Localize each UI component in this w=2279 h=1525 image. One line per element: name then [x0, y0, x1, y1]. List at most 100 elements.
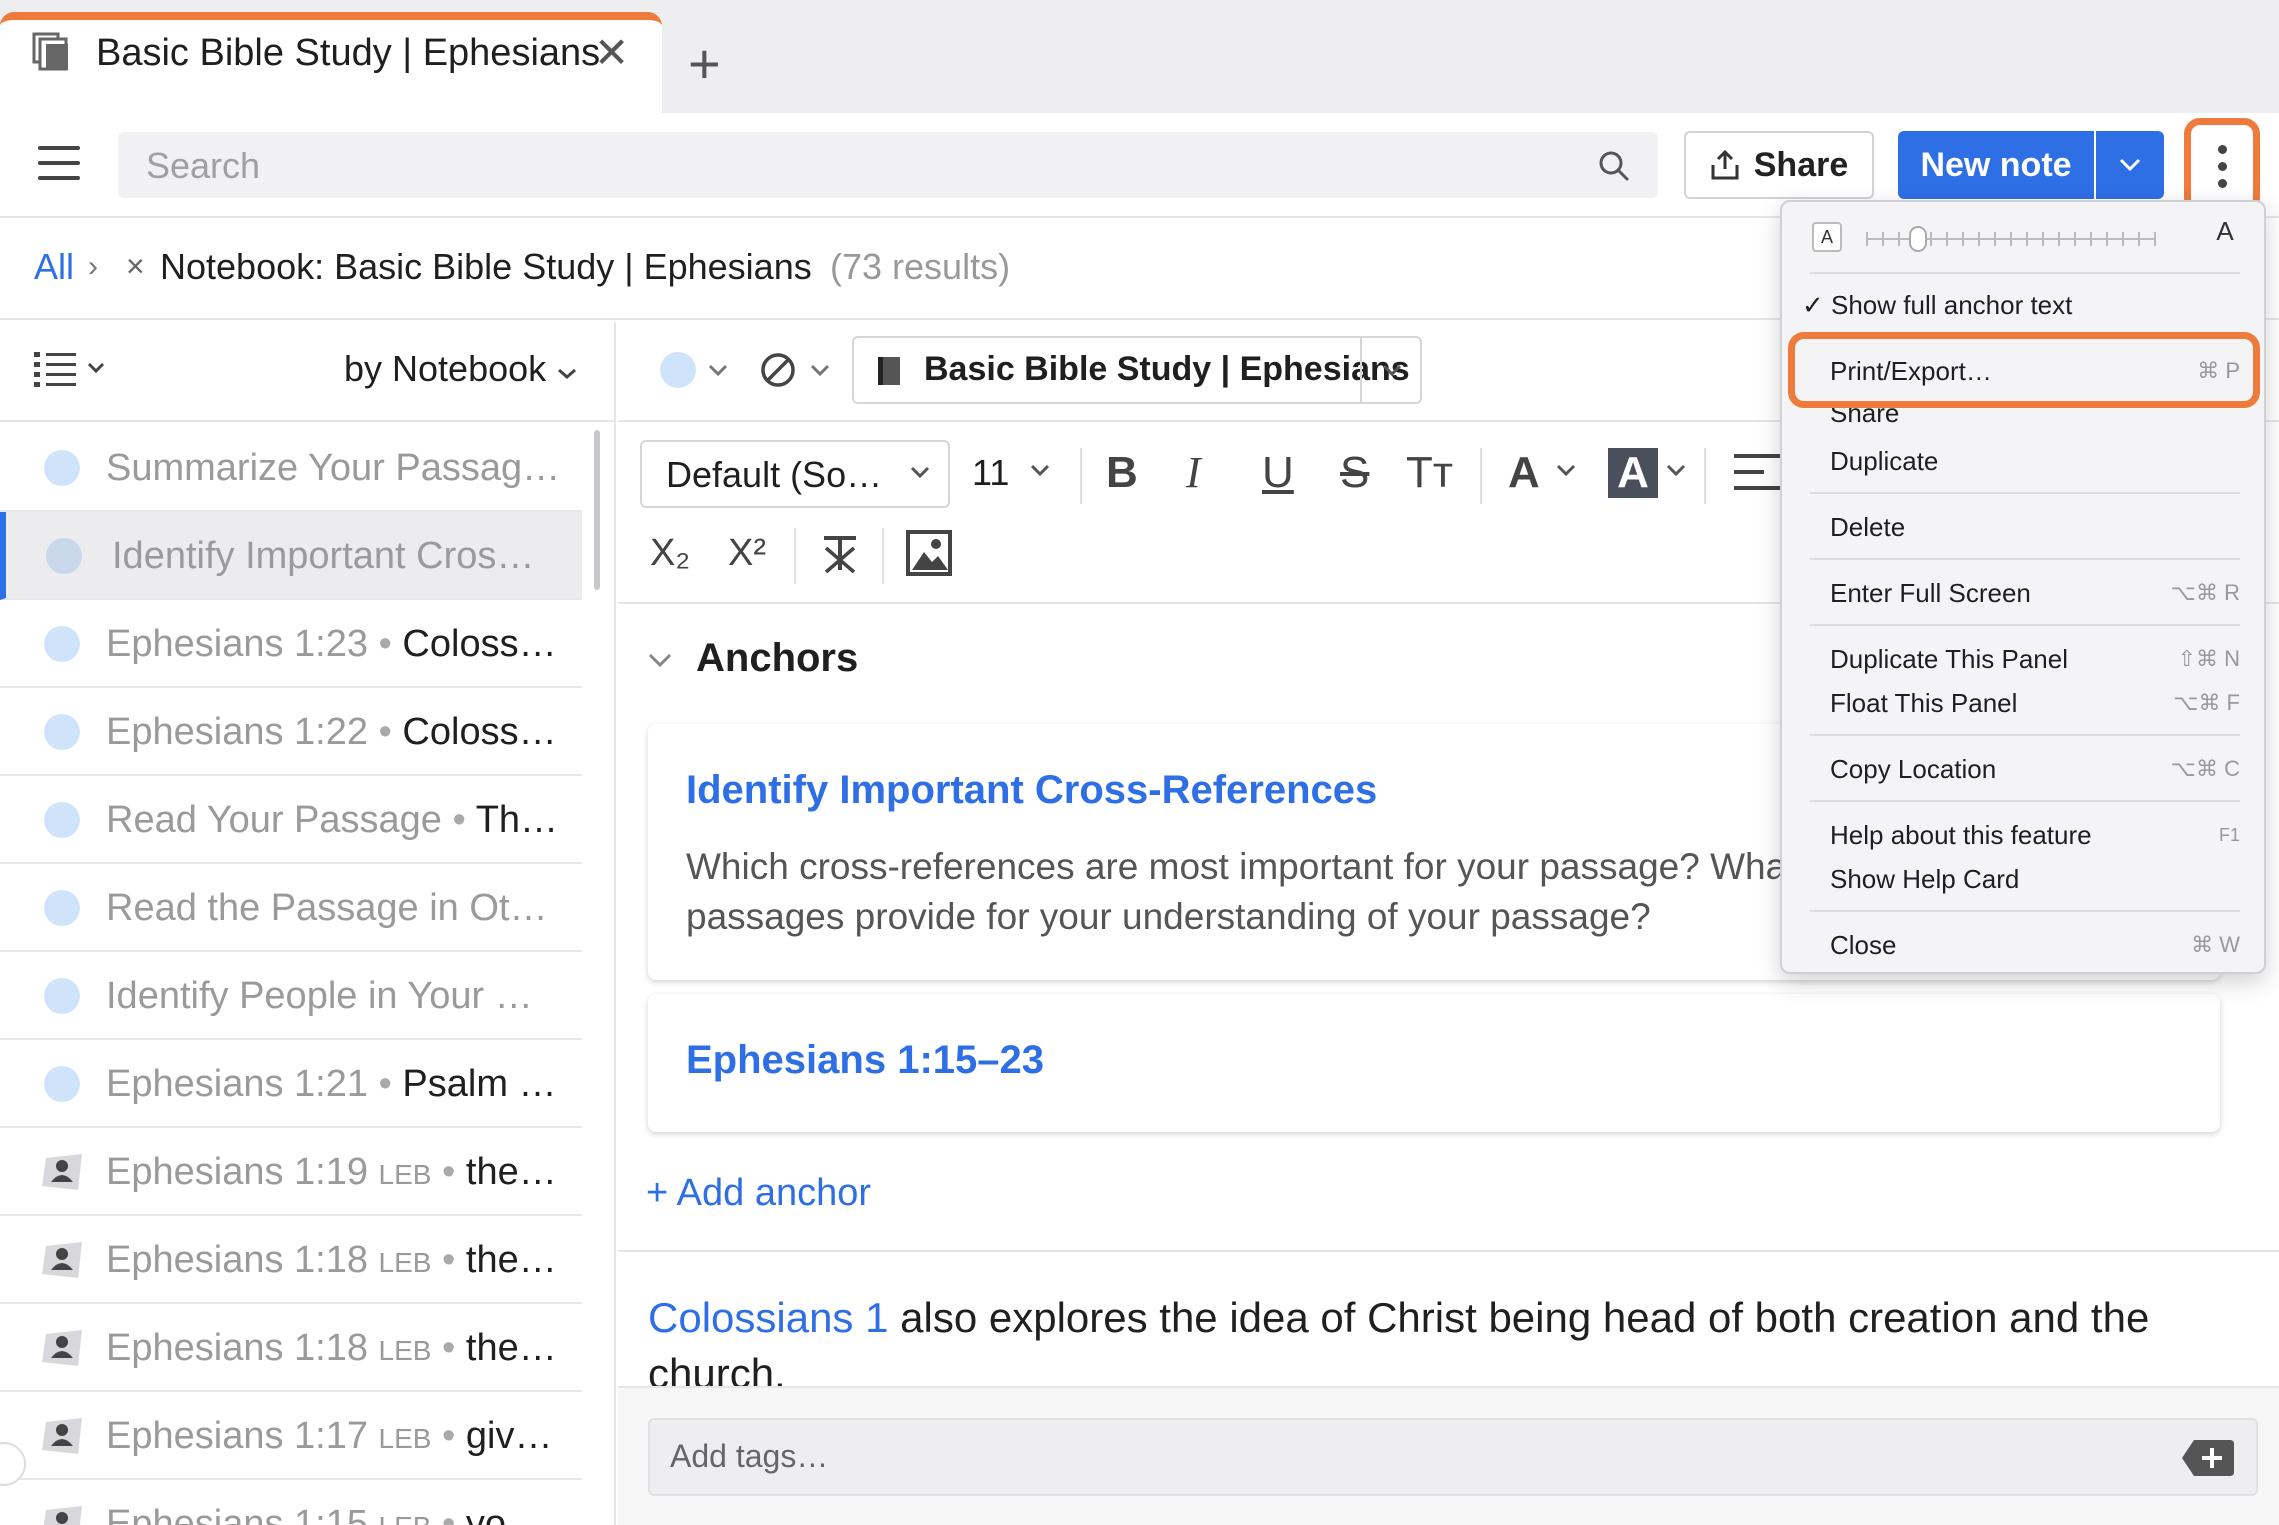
superscript-button[interactable]: X² — [728, 528, 766, 578]
menu-item-float-panel[interactable]: Float This Panel ⌥⌘ F — [1830, 686, 2240, 720]
chevron-down-icon[interactable] — [808, 352, 832, 388]
note-color-dot — [44, 714, 80, 750]
note-content[interactable]: Colossians 1 also explores the idea of C… — [648, 1290, 2248, 1386]
font-family-value: Default (So… — [666, 454, 883, 495]
list-item[interactable]: Identify Important Cros… — [0, 512, 582, 600]
strikethrough-button[interactable]: S — [1340, 448, 1369, 498]
menu-item-duplicate[interactable]: Duplicate — [1830, 444, 2240, 478]
chevron-down-icon[interactable] — [706, 352, 730, 388]
search-input[interactable] — [146, 144, 1546, 188]
toolbar-divider — [1704, 448, 1706, 504]
list-item[interactable]: Ephesians 1:15 LEB • yo… — [0, 1480, 582, 1525]
share-button[interactable]: Share — [1684, 131, 1874, 199]
anchor-card-title[interactable]: Ephesians 1:15–23 — [686, 1038, 1044, 1083]
hamburger-menu-icon[interactable] — [38, 146, 80, 180]
list-item[interactable]: Ephesians 1:18 LEB • the… — [0, 1304, 582, 1392]
list-item-text: Ephesians 1:22 • Coloss… — [106, 711, 557, 753]
anchor-card-title[interactable]: Identify Important Cross-References — [686, 768, 1377, 813]
list-item-text: Summarize Your Passag… — [106, 447, 561, 489]
text-case-button[interactable]: Tт — [1406, 448, 1453, 498]
menu-separator — [1810, 558, 2240, 560]
notebook-icon — [878, 357, 900, 385]
share-label: Share — [1753, 145, 1849, 184]
shortcut: ⌥⌘ R — [2170, 580, 2240, 605]
list-item[interactable]: Ephesians 1:17 LEB • giv… — [0, 1392, 582, 1480]
list-item[interactable]: Read Your Passage • Th… — [0, 776, 582, 864]
slider-tick — [2074, 232, 2076, 246]
font-size-select[interactable]: 11 — [972, 452, 1009, 494]
list-item[interactable]: Read the Passage in Oth… — [0, 864, 582, 952]
tab-close-icon[interactable]: ✕ — [594, 30, 629, 76]
notebook-select[interactable]: Basic Bible Study | Ephesians — [852, 336, 1422, 404]
close-label: Close — [1830, 930, 1897, 960]
slider-tick — [2010, 232, 2012, 246]
list-item[interactable]: Ephesians 1:21 • Psalm … — [0, 1040, 582, 1128]
slider-tick — [1898, 232, 1900, 246]
tags-field[interactable] — [648, 1418, 2258, 1496]
italic-button[interactable]: I — [1186, 448, 1201, 498]
note-color-dot — [44, 450, 80, 486]
clear-formatting-icon[interactable] — [818, 532, 862, 576]
menu-item-duplicate-panel[interactable]: Duplicate This Panel ⇧⌘ N — [1830, 642, 2240, 676]
add-anchor-link[interactable]: + Add anchor — [646, 1172, 871, 1215]
anchor-card[interactable]: Ephesians 1:15–23 — [648, 994, 2220, 1132]
full-screen-label: Enter Full Screen — [1830, 578, 2031, 608]
list-item-text: Ephesians 1:17 LEB • giv… — [106, 1415, 553, 1457]
slider-tick — [2138, 232, 2140, 246]
menu-item-show-help-card[interactable]: Show Help Card — [1830, 862, 2240, 896]
align-left-icon[interactable] — [1734, 452, 1780, 492]
anchors-heading: Anchors — [696, 636, 859, 680]
chevron-down-icon[interactable] — [1554, 462, 1578, 478]
menu-item-copy-location[interactable]: Copy Location ⌥⌘ C — [1830, 752, 2240, 786]
new-note-dropdown-button[interactable] — [2096, 131, 2164, 199]
add-tag-icon[interactable] — [2180, 1438, 2236, 1478]
list-item[interactable]: Ephesians 1:22 • Coloss… — [0, 688, 582, 776]
notebook-dropdown-button[interactable] — [1360, 338, 1422, 402]
list-item[interactable]: Summarize Your Passag… — [0, 424, 582, 512]
reference-link[interactable]: Colossians 1 — [648, 1294, 888, 1341]
results-count: (73 results) — [830, 246, 1011, 287]
add-tab-icon[interactable]: + — [688, 36, 721, 92]
toolbar-divider — [794, 528, 796, 584]
chevron-down-icon[interactable] — [1664, 462, 1688, 478]
menu-item-enter-full-screen[interactable]: Enter Full Screen ⌥⌘ R — [1830, 576, 2240, 610]
menu-item-show-full-anchor-text[interactable]: ✓ Show full anchor text — [1802, 288, 2212, 322]
bold-button[interactable]: B — [1106, 448, 1138, 498]
list-view-icon[interactable] — [34, 348, 114, 392]
insert-image-icon[interactable] — [906, 530, 952, 576]
search-icon[interactable] — [1598, 150, 1630, 182]
underline-button[interactable]: U — [1262, 448, 1294, 498]
highlight-color-swatch[interactable]: A — [1608, 448, 1658, 498]
menu-item-help-feature[interactable]: Help about this feature F1 — [1830, 818, 2240, 852]
menu-item-close[interactable]: Close ⌘ W — [1830, 928, 2240, 962]
slider-track[interactable] — [1866, 226, 2156, 252]
subscript-button[interactable]: X₂ — [650, 528, 690, 578]
note-color-dot — [44, 1066, 80, 1102]
sort-by-notebook-dropdown[interactable]: by Notebook — [344, 348, 578, 390]
shortcut: ⌥⌘ C — [2170, 756, 2240, 781]
search-box[interactable] — [118, 132, 1658, 198]
font-family-select[interactable]: Default (So… — [640, 440, 950, 508]
note-color-picker[interactable] — [660, 352, 696, 388]
person-icon — [43, 1506, 82, 1525]
no-style-icon[interactable] — [758, 350, 798, 390]
slider-thumb[interactable] — [1909, 226, 1928, 252]
font-color-button[interactable]: A — [1508, 448, 1540, 498]
list-item[interactable]: Ephesians 1:19 LEB • the… — [0, 1128, 582, 1216]
menu-item-delete[interactable]: Delete — [1830, 510, 2240, 544]
text-size-slider[interactable]: A A — [1812, 216, 2242, 260]
slider-tick — [2106, 232, 2108, 246]
slider-tick — [2058, 232, 2060, 246]
highlight-button: A — [1617, 448, 1649, 497]
tags-input[interactable] — [670, 1438, 2070, 1475]
list-item[interactable]: Ephesians 1:18 LEB • the… — [0, 1216, 582, 1304]
breadcrumb-all-link[interactable]: All — [34, 246, 74, 288]
list-scrollbar[interactable] — [594, 430, 600, 590]
collapse-anchors-icon[interactable] — [646, 650, 674, 670]
chevron-down-icon[interactable] — [1028, 462, 1052, 478]
list-item[interactable]: Identify People in Your … — [0, 952, 582, 1040]
list-item[interactable]: Ephesians 1:23 • Coloss… — [0, 600, 582, 688]
note-color-dot — [46, 538, 82, 574]
new-note-button[interactable]: New note — [1898, 131, 2094, 199]
remove-filter-icon[interactable]: × — [126, 248, 145, 285]
